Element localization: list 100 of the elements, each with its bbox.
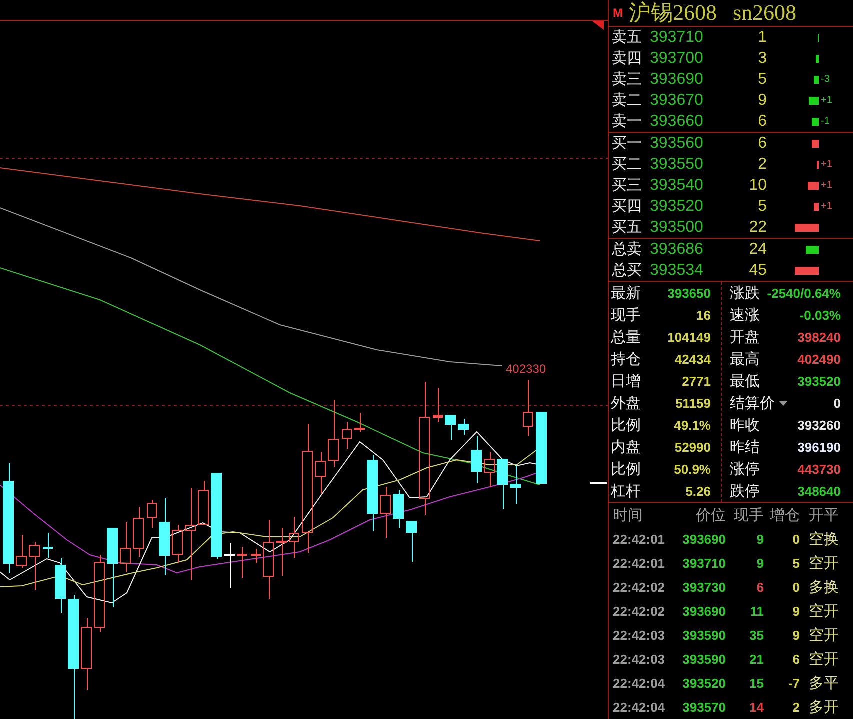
volume-value: 6 <box>757 134 767 152</box>
trade-change: 6 <box>792 652 800 666</box>
volume-value: 45 <box>748 262 767 280</box>
quote-label: 开盘 <box>730 328 760 346</box>
quote-label: 比例 <box>611 460 641 478</box>
trade-price: 393690 <box>682 604 726 618</box>
quote-label: 现手 <box>611 306 641 324</box>
trade-type: 空开 <box>808 626 840 644</box>
level-label: 卖一 <box>612 111 643 132</box>
quote-label: 比例 <box>611 416 641 434</box>
candle <box>393 490 404 528</box>
level-label: 买一 <box>612 133 643 154</box>
trade-volume: 9 <box>756 556 764 570</box>
trade-price: 393570 <box>682 700 726 714</box>
quote-value: 393260 <box>798 418 841 432</box>
price-value: 393520 <box>650 198 704 216</box>
volume-value: 22 <box>748 218 767 236</box>
trade-change: 9 <box>792 604 800 618</box>
candle <box>510 464 521 504</box>
candle <box>172 524 183 564</box>
candle <box>29 542 40 590</box>
candle <box>16 534 27 568</box>
candle <box>315 452 326 494</box>
candle <box>458 418 469 436</box>
trade-type: 空开 <box>808 554 840 572</box>
volume-bar <box>812 140 819 148</box>
trade-price: 393520 <box>682 676 726 690</box>
level-label: 卖四 <box>612 48 643 69</box>
trade-change: 9 <box>792 628 800 642</box>
quote-label: 外盘 <box>611 394 641 412</box>
candle <box>120 522 131 572</box>
candle <box>276 528 287 576</box>
level-label: 买五 <box>612 217 643 238</box>
caret-icon[interactable] <box>779 400 788 406</box>
volume-bar <box>814 76 819 84</box>
candle <box>328 400 339 468</box>
quote-value: 443730 <box>798 462 841 476</box>
volume-bar <box>806 246 819 254</box>
candle <box>147 500 157 528</box>
trade-type: 多开 <box>808 698 840 716</box>
price-value: 393690 <box>650 70 704 88</box>
volume-value: 5 <box>757 198 767 216</box>
instrument-name: 沪锡2608 <box>629 0 717 26</box>
quote-label: 涨停 <box>730 460 760 478</box>
candle <box>224 542 235 588</box>
quote-value: 52990 <box>674 440 711 454</box>
trade-time: 22:42:01 <box>613 556 666 570</box>
trade-time: 22:42:02 <box>613 580 666 594</box>
candle <box>471 436 482 484</box>
quote-value: 402490 <box>798 352 841 366</box>
trade-change: 2 <box>792 700 800 714</box>
quote-value: 396190 <box>798 440 841 454</box>
candle <box>237 546 247 578</box>
change-value: -3 <box>820 74 831 85</box>
volume-value: 5 <box>757 70 767 88</box>
level-label: 卖五 <box>612 27 643 48</box>
price-value: 393660 <box>650 112 704 130</box>
candle <box>198 480 209 526</box>
trade-price: 393710 <box>682 556 726 570</box>
quote-label: 总量 <box>611 328 641 346</box>
trade-time: 22:42:04 <box>613 676 666 690</box>
level-label: 买三 <box>612 175 643 196</box>
trade-change: 5 <box>792 556 800 570</box>
trade-volume: 14 <box>748 700 764 714</box>
price-value: 393560 <box>650 134 704 152</box>
total-label: 总买 <box>612 260 643 281</box>
volume-bar <box>808 182 819 190</box>
change-value: +1 <box>820 159 834 170</box>
column-header: 时间 <box>613 506 644 524</box>
quote-value: 42434 <box>674 352 711 366</box>
volume-bar <box>809 96 819 104</box>
candle <box>289 516 299 558</box>
quote-label: 内盘 <box>611 438 641 456</box>
volume-bar <box>812 118 819 126</box>
quote-label: 最高 <box>730 350 760 368</box>
change-value: -1 <box>820 116 831 127</box>
change-value: +1 <box>820 201 834 212</box>
price-value: 393550 <box>650 156 704 174</box>
trade-time: 22:42:01 <box>613 532 666 546</box>
volume-bar <box>816 54 819 62</box>
quote-value: 50.9% <box>674 462 711 476</box>
trade-volume: 6 <box>756 580 764 594</box>
quote-label: 跌停 <box>730 482 760 500</box>
candle <box>133 506 144 558</box>
trade-type: 空开 <box>808 602 840 620</box>
candle <box>433 388 443 422</box>
quote-label: 最低 <box>730 372 760 390</box>
volume-bar <box>795 224 819 232</box>
price-value: 393700 <box>650 50 704 68</box>
volume-value: 6 <box>757 112 767 130</box>
quote-value: 16 <box>696 308 711 322</box>
quote-value: 393520 <box>798 374 841 388</box>
volume-value: 1 <box>757 28 767 46</box>
change-value: +1 <box>820 180 834 191</box>
price-value: 393500 <box>650 218 704 236</box>
quote-value: 348640 <box>798 484 841 498</box>
candle <box>43 532 53 558</box>
trade-volume: 35 <box>748 628 764 642</box>
price-marker <box>590 482 607 484</box>
quote-value: -0.03% <box>800 308 841 322</box>
